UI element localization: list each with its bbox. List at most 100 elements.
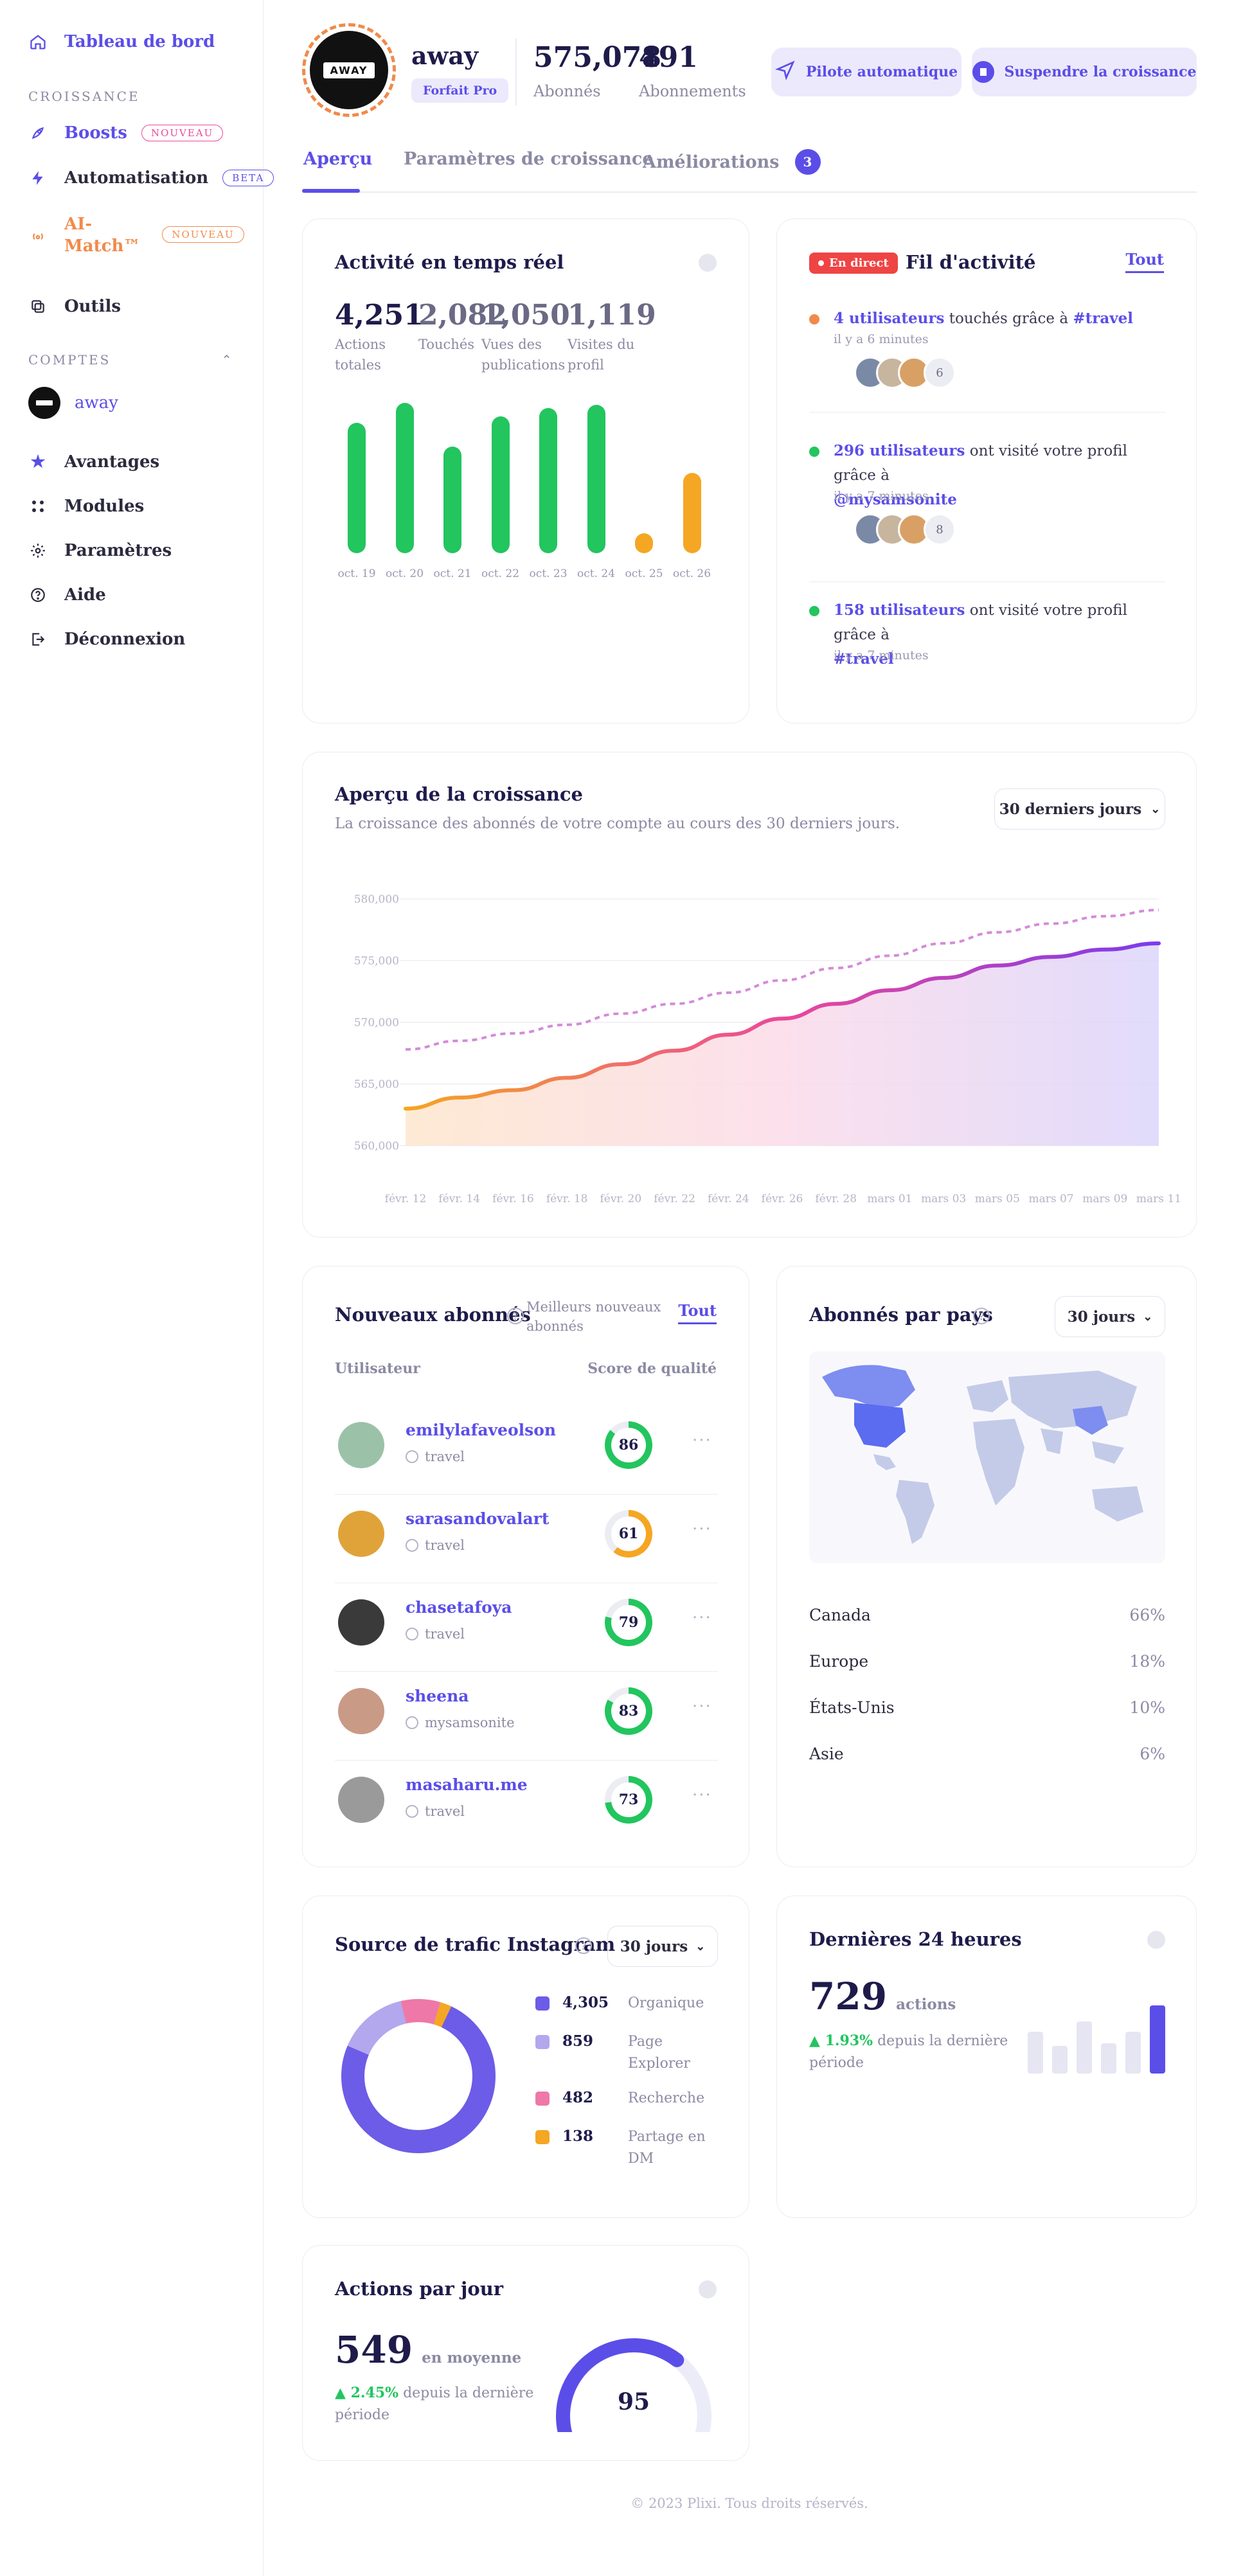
more-options-icon[interactable]: ··· <box>692 1520 712 1539</box>
daily-delta-text2: période <box>335 2407 390 2423</box>
nav-logout[interactable]: Déconnexion <box>28 630 185 649</box>
pause-growth-button[interactable]: Suspendre la croissance <box>972 48 1197 96</box>
daily-delta: ▲ 2.45% depuis la dernière période <box>335 2382 541 2426</box>
follower-name[interactable]: masaharu.me <box>406 1775 528 1794</box>
followers-point <box>458 1096 461 1099</box>
nav-account-away[interactable]: away <box>28 387 118 419</box>
new-followers-card: Nouveaux abonnés ? Meilleurs nouveaux abo… <box>302 1266 749 1867</box>
last24-menu-dot[interactable] <box>1147 1931 1165 1949</box>
follower-avatar <box>338 1511 384 1557</box>
tab-improvements[interactable]: Améliorations 3 <box>643 149 821 175</box>
follower-row[interactable]: sarasandovalart travel 61 ··· <box>335 1495 718 1584</box>
traffic-label-line2: DM <box>628 2151 654 2167</box>
traffic-label-line1: Page <box>628 2034 663 2050</box>
ai-match-line1: AI- <box>64 215 93 234</box>
nav-tools[interactable]: Outils <box>28 297 121 316</box>
follower-row[interactable]: sheena mysamsonite 83 ··· <box>335 1673 718 1761</box>
traffic-range-select[interactable]: 30 jours ⌄ <box>607 1926 718 1967</box>
daily-value: 549 <box>335 2328 413 2372</box>
countries-help-icon[interactable]: ? <box>973 1308 990 1324</box>
traffic-legend-item: 4,305 Organique <box>535 1993 728 2014</box>
activity-stat-value: 1,119 <box>568 299 656 332</box>
countries-range-select[interactable]: 30 jours ⌄ <box>1055 1296 1165 1337</box>
more-options-icon[interactable]: ··· <box>692 1697 712 1716</box>
follower-row[interactable]: emilylafaveolson travel 86 ··· <box>335 1407 718 1495</box>
quality-score-ring: 83 <box>605 1687 652 1735</box>
profile-avatar: AWAY <box>302 23 396 117</box>
followers-area <box>406 943 1159 1146</box>
follower-name[interactable]: emilylafaveolson <box>406 1421 556 1439</box>
nav-advantages[interactable]: ★ Avantages <box>28 452 159 472</box>
feed-users-link[interactable]: 4 utilisateurs <box>834 310 944 327</box>
x-tick-label: mars 01 <box>867 1193 912 1205</box>
tabs-divider <box>302 191 1197 193</box>
feed-text-body: touchés grâce à <box>944 310 1073 327</box>
x-tick-label: févr. 22 <box>654 1193 695 1205</box>
source-icon <box>406 1716 418 1729</box>
account-name: away <box>411 41 479 70</box>
growth-chart: 580,000 575,000 570,000 565,000 560,000 févr.… <box>354 893 1181 1205</box>
follower-row[interactable]: masaharu.me travel 73 ··· <box>335 1761 718 1850</box>
feed-users-link[interactable]: 158 utilisateurs <box>834 601 965 619</box>
activity-menu-dot[interactable] <box>699 254 717 272</box>
sidebar: Tableau de bord CROISSANCE Boosts NOUVEA… <box>0 0 274 2576</box>
nav-help[interactable]: Aide <box>28 585 106 605</box>
y-tick-label: 565,000 <box>354 1078 399 1091</box>
feed-tag-link[interactable]: #travel <box>1073 310 1133 327</box>
nav-automation[interactable]: Automatisation BETA <box>28 168 274 188</box>
last24-bar <box>1101 2043 1116 2074</box>
nav-modules[interactable]: Modules <box>28 497 144 516</box>
nav-boosts[interactable]: Boosts NOUVEAU <box>28 123 224 143</box>
daily-metric: 549 en moyenne <box>335 2328 521 2372</box>
follower-name[interactable]: sheena <box>406 1687 469 1705</box>
followers-point <box>996 964 999 967</box>
projection-point <box>781 979 783 982</box>
countries-card: Abonnés par pays ? 30 jours ⌄ Canada 66% E… <box>776 1266 1197 1867</box>
activity-bar <box>683 473 701 553</box>
more-options-icon[interactable]: ··· <box>692 1431 712 1450</box>
last24-bar <box>1150 2005 1165 2074</box>
signal-icon <box>28 226 48 245</box>
legend-swatch <box>535 2092 550 2106</box>
projection-point <box>566 1024 568 1026</box>
more-options-icon[interactable]: ··· <box>692 1786 712 1805</box>
x-tick-label: mars 11 <box>1136 1193 1181 1205</box>
best-line2: abonnés <box>526 1319 584 1334</box>
projection-point <box>674 1002 676 1005</box>
new-followers-help-icon[interactable]: ? <box>507 1308 524 1324</box>
x-tick-label: févr. 18 <box>546 1193 588 1205</box>
best-new-followers-filter[interactable]: Meilleurs nouveaux abonnés <box>526 1297 661 1336</box>
nav-dashboard[interactable]: Tableau de bord <box>28 32 215 51</box>
follower-row[interactable]: chasetafoya travel 79 ··· <box>335 1584 718 1673</box>
feed-all-link[interactable]: Tout <box>1125 250 1164 273</box>
projection-point <box>458 1040 461 1042</box>
nav-settings[interactable]: Paramètres <box>28 541 172 560</box>
traffic-help-icon[interactable]: ? <box>575 1937 592 1954</box>
traffic-label: Recherche <box>628 2088 704 2110</box>
feed-status-dot <box>809 606 819 616</box>
follower-name[interactable]: sarasandovalart <box>406 1509 549 1528</box>
daily-menu-dot[interactable] <box>699 2280 717 2298</box>
last-24h-card: Dernières 24 heures 729 actions ▲ 1.93% … <box>776 1896 1197 2218</box>
nav-help-label: Aide <box>64 585 106 605</box>
nav-ai-match[interactable]: AI- Match™ NOUVEAU <box>28 213 244 257</box>
activity-stat: 1,050 Vues des publications <box>481 299 570 375</box>
x-tick-label: févr. 20 <box>600 1193 642 1205</box>
more-options-icon[interactable]: ··· <box>692 1608 712 1628</box>
y-tick-label: 580,000 <box>354 893 399 906</box>
country-name: Canada <box>809 1606 871 1624</box>
tab-growth-settings[interactable]: Paramètres de croissance <box>404 149 654 169</box>
activity-stat-value: 4,251 <box>335 299 424 332</box>
activity-bar <box>491 416 510 553</box>
new-followers-all-link[interactable]: Tout <box>678 1301 717 1324</box>
autopilot-button[interactable]: Pilote automatique <box>771 48 961 96</box>
last24-value: 729 <box>809 1975 888 2018</box>
feed-users-link[interactable]: 296 utilisateurs <box>834 442 965 459</box>
follower-name[interactable]: chasetafoya <box>406 1598 512 1617</box>
legend-swatch <box>535 2035 550 2049</box>
last24-delta: ▲ 1.93% depuis la dernière période <box>809 2030 1021 2074</box>
nav-dashboard-label: Tableau de bord <box>64 32 215 51</box>
tab-overview[interactable]: Aperçu <box>303 149 372 169</box>
section-accounts[interactable]: COMPTES ⌃ <box>28 352 234 368</box>
col-score-header: Score de qualité <box>587 1360 717 1377</box>
